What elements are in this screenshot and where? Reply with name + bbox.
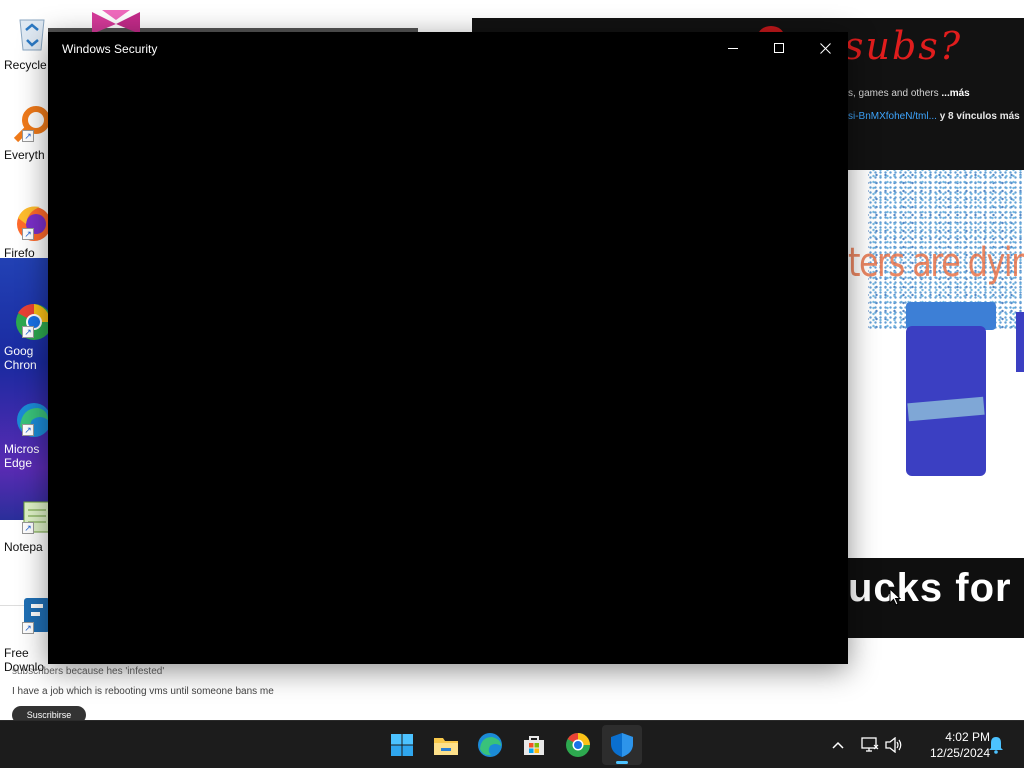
shield-icon [611,733,633,757]
window-content-area [48,66,848,664]
shortcut-arrow-icon: ↗ [22,130,34,142]
title-bar[interactable]: Windows Security [48,32,848,66]
notifications-button[interactable] [984,733,1008,757]
desktop-icon-label-line2: Downlo [4,660,45,674]
windows-security-window[interactable]: Windows Security [48,32,848,664]
desktop: subs? s, games and others ...más si-BnMX… [0,0,1024,720]
network-tray-button[interactable] [858,733,882,757]
desktop-icon-label: Notepa [4,540,43,554]
background-art-text: ters are dying [848,240,1024,286]
chrome-icon [566,733,590,757]
bowtie-app-icon[interactable] [92,10,140,34]
background-left-text-2: I have a job which is rebooting vms unti… [12,686,274,697]
background-banner-text: ucks for m [848,566,1024,610]
background-description-more[interactable]: ...más [941,88,969,99]
background-links: si-BnMXfoheN/tml... y 8 vínculos más [848,111,1020,122]
everything-search-icon: ↗ [12,104,52,144]
windows-logo-icon [391,734,413,756]
shortcut-arrow-icon: ↗ [22,522,34,534]
desktop-icon-label: Free [4,646,29,660]
store-icon [524,736,544,755]
background-description: s, games and others ...más [848,88,970,99]
active-app-indicator [616,761,628,764]
background-title-fragment: subs? [844,24,963,68]
taskbar: 4:02 PM 12/25/2024 [0,720,1024,768]
show-hidden-icons-button[interactable] [826,733,850,757]
folder-icon [434,738,458,755]
close-button[interactable] [802,32,848,64]
background-description-text: s, games and others [848,88,939,99]
mouse-cursor-icon [889,588,901,606]
volume-tray-button[interactable] [882,733,906,757]
shortcut-arrow-icon: ↗ [22,326,34,338]
edge-icon: ↗ [12,398,52,438]
clock-time: 4:02 PM [945,730,990,744]
chrome-icon: ↗ [12,300,52,340]
background-banner: ucks for m [848,558,1024,638]
background-thumbnail-art: ters are dying [848,170,1024,560]
clock-date: 12/25/2024 [929,746,990,760]
close-icon [819,42,831,54]
shortcut-arrow-icon: ↗ [22,424,34,436]
desktop-icon-label: Firefo [4,246,35,260]
notepad-icon: ↗ [12,496,52,536]
maximize-icon [774,43,784,53]
taskbar-file-explorer[interactable] [426,725,466,765]
start-button[interactable] [382,725,422,765]
chevron-up-icon [832,741,844,749]
background-links-more[interactable]: y 8 vínculos más [940,111,1020,122]
taskbar-chrome[interactable] [558,725,598,765]
download-manager-icon: ↗ [12,596,52,636]
taskbar-microsoft-store[interactable] [514,725,554,765]
recycle-bin-icon [12,14,52,54]
taskbar-windows-security[interactable] [602,725,642,765]
window-title: Windows Security [62,42,158,56]
firefox-icon: ↗ [12,202,52,242]
cup-side-shape [1016,312,1024,372]
desktop-icon-label: Goog [4,344,34,358]
desktop-icon-label: Micros [4,442,40,456]
speaker-icon [885,737,902,753]
edge-icon [478,733,502,757]
maximize-button[interactable] [756,32,802,64]
minimize-icon [728,48,738,49]
background-link[interactable]: si-BnMXfoheN/tml... [848,111,937,122]
desktop-icon-label-line2: Edge [4,456,33,470]
desktop-icon-label: Recycle [4,58,47,72]
desktop-icon-label-line2: Chron [4,358,37,372]
subscribe-button[interactable]: Suscribirse [12,706,86,720]
network-icon [861,737,879,752]
shortcut-arrow-icon: ↗ [22,228,34,240]
taskbar-edge[interactable] [470,725,510,765]
minimize-button[interactable] [710,32,756,64]
bell-icon [989,737,1003,754]
system-clock[interactable]: 4:02 PM 12/25/2024 [910,729,990,761]
shortcut-arrow-icon: ↗ [22,622,34,634]
desktop-icon-label: Everyth [4,148,45,162]
